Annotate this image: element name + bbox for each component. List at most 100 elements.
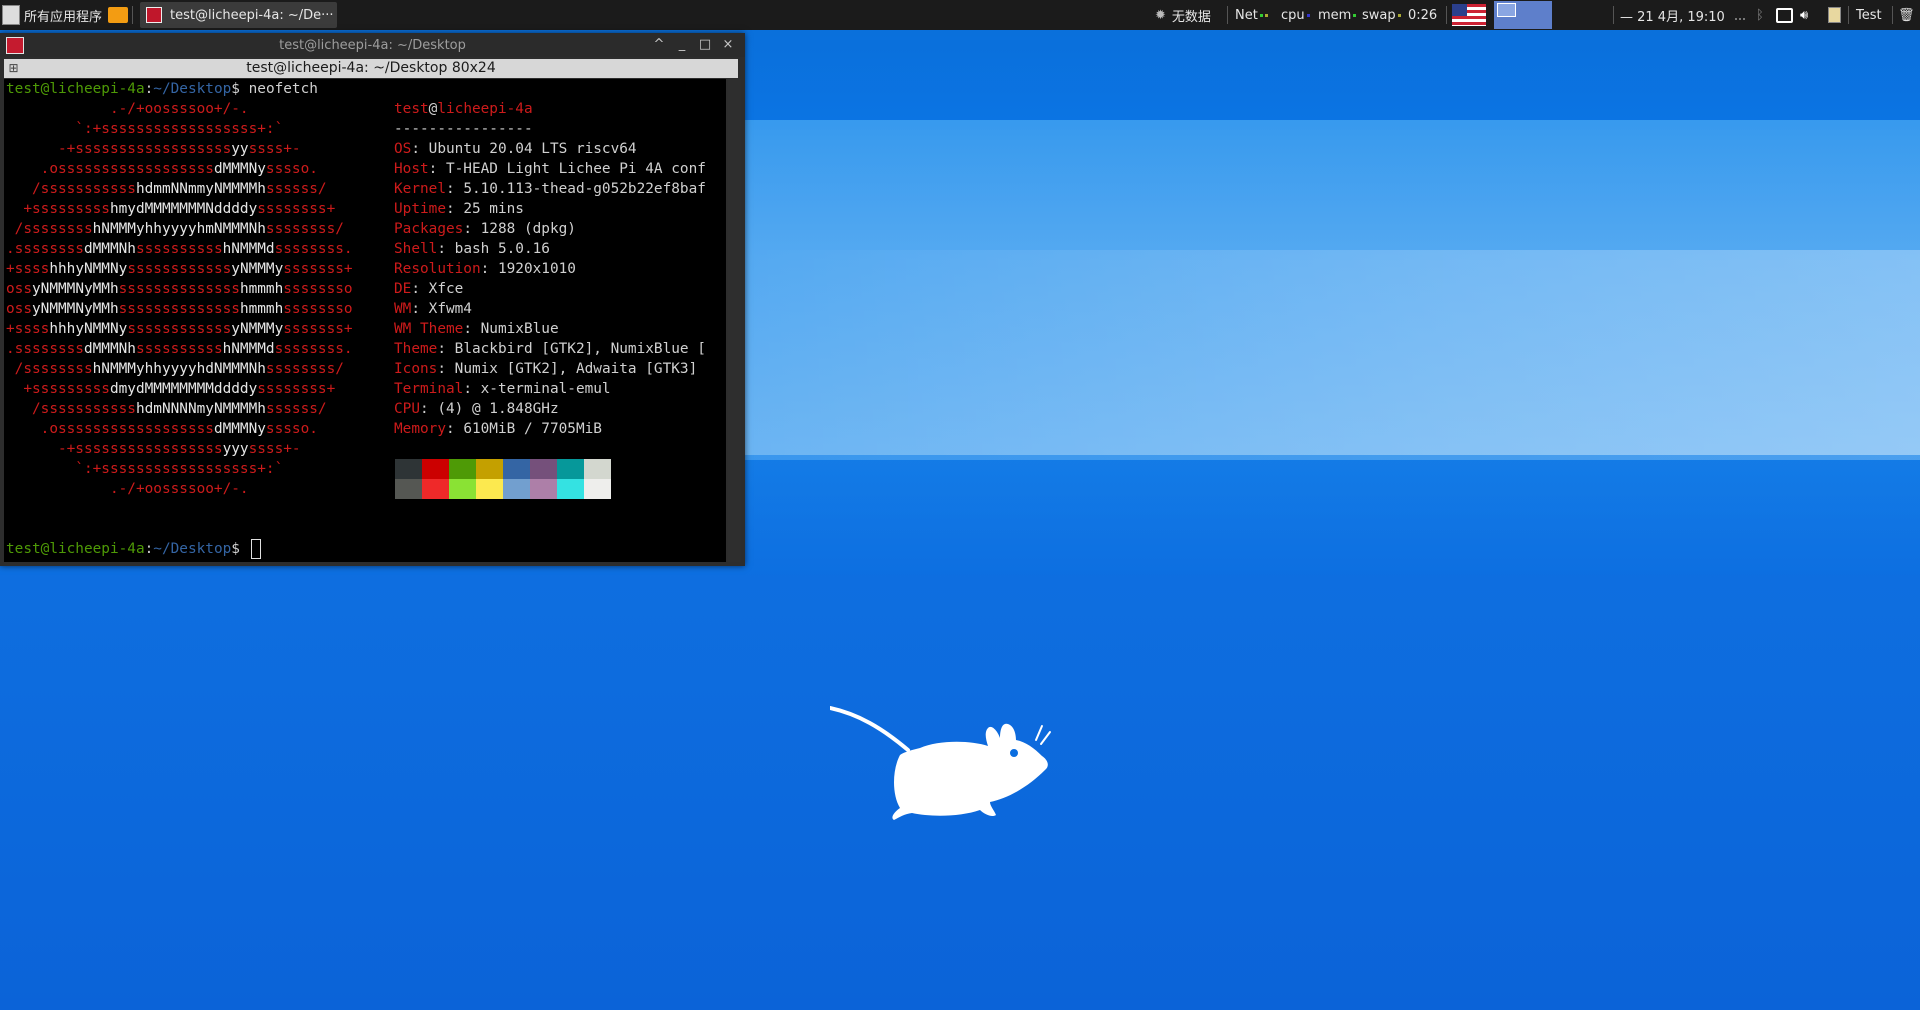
info-value: Blackbird [GTK2], NumixBlue [ (454, 341, 706, 357)
swap-monitor[interactable]: swap (1362, 0, 1401, 30)
palette-swatch (422, 479, 449, 499)
palette-swatch (503, 459, 530, 479)
info-row: CPU: (4) @ 1.848GHz (394, 401, 559, 417)
workspace-1[interactable] (1494, 1, 1552, 29)
prompt-user: test@licheepi-4a (6, 81, 145, 97)
palette-swatch (449, 479, 476, 499)
panel-separator (1892, 6, 1893, 24)
workspace-switcher[interactable] (1494, 0, 1552, 30)
terminal-titlebar[interactable]: test@licheepi-4a: ~/Desktop ^ _ □ × (0, 33, 745, 57)
applications-menu-button[interactable]: 所有应用程序 (2, 0, 102, 30)
info-row: Packages: 1288 (dpkg) (394, 221, 576, 237)
palette-swatch (422, 459, 449, 479)
info-row: Host: T-HEAD Light Lichee Pi 4A conf (394, 161, 706, 177)
trash-icon[interactable]: 🗑︎ (1898, 0, 1915, 30)
info-key: Shell (394, 241, 438, 257)
info-value: 1288 (dpkg) (480, 221, 576, 237)
user-menu-label[interactable]: Test (1856, 0, 1882, 30)
info-row: Theme: Blackbird [GTK2], NumixBlue [ (394, 341, 706, 357)
terminal-screen[interactable]: test@licheepi-4a:~/Desktop$ neofetch .-/… (4, 79, 726, 562)
terminal-scrollbar[interactable] (728, 79, 741, 562)
terminal-window[interactable]: test@licheepi-4a: ~/Desktop ^ _ □ × ⊞ te… (0, 33, 745, 566)
logo-line: `:+ssssssssssssssssss+:` (6, 461, 284, 477)
logo-line: .ossssssssssssssssssdMMMNysssso. (6, 421, 318, 437)
top-panel: 所有应用程序 test@licheepi-4a: ~/De··· ✹ 无数据 N… (0, 0, 1920, 30)
info-key: Packages (394, 221, 464, 237)
palette-swatch (557, 479, 584, 499)
info-value: 610MiB / 7705MiB (463, 421, 602, 437)
logo-line: `:+ssssssssssssssssss+:` (6, 121, 284, 137)
mem-led-icon (1353, 13, 1357, 17)
info-value: 25 mins (463, 201, 524, 217)
weather-plugin[interactable]: ✹ 无数据 (1155, 0, 1211, 30)
keyboard-layout-button[interactable] (1452, 0, 1486, 30)
launcher-button[interactable] (108, 0, 128, 30)
prompt-line[interactable]: test@licheepi-4a:~/Desktop$ (6, 539, 261, 559)
palette-swatch (530, 459, 557, 479)
palette-swatch (476, 459, 503, 479)
cpu-led-icon (1306, 13, 1310, 17)
info-value: 1920x1010 (497, 261, 576, 277)
palette-swatch (584, 459, 611, 479)
palette-swatch (395, 459, 422, 479)
info-key: WM (394, 301, 412, 317)
info-row: Shell: bash 5.0.16 (394, 241, 550, 257)
minimize-button[interactable]: _ (674, 37, 690, 52)
bluetooth-icon[interactable]: ᛒ (1756, 0, 1764, 30)
palette-swatch (503, 479, 530, 499)
swap-led-icon (1397, 13, 1401, 17)
logo-line: -+ssssssssssssssssssyyssss+- (6, 141, 301, 157)
logo-line: /ssssssssssshdmmNNmmyNMMMMhssssss/ (6, 181, 327, 197)
logo-line: +sssshhhyNMMNyssssssssssssyNMMMysssssss+ (6, 261, 353, 277)
logo-line: .ssssssssdMMMNhsssssssssshNMMMdssssssss. (6, 341, 353, 357)
palette-swatch (557, 459, 584, 479)
logo-line: .ossssssssssssssssssdMMMNysssso. (6, 161, 318, 177)
swap-label: swap (1362, 7, 1396, 23)
prompt-symbol: $ (231, 81, 240, 97)
us-flag-icon (1452, 4, 1486, 26)
tray-network-icon[interactable] (1735, 0, 1745, 30)
info-key: OS (394, 141, 412, 157)
launcher-icon (108, 7, 128, 23)
applications-menu-icon (2, 5, 20, 25)
info-key: Icons (394, 361, 438, 377)
logo-line: +sssssssssdmydMMMMMMMMddddyssssssss+ (6, 381, 336, 397)
cpu-monitor[interactable]: cpu (1281, 0, 1310, 30)
clock[interactable]: — 21 4月, 19:10 (1620, 0, 1725, 30)
desktop-light-sheen (745, 250, 1920, 460)
taskbar-terminal-button[interactable]: test@licheepi-4a: ~/De··· (140, 2, 337, 28)
text-cursor (250, 539, 261, 559)
close-button[interactable]: × (720, 37, 736, 52)
info-title: test@licheepi-4a (394, 99, 533, 119)
net-monitor[interactable]: Net (1235, 0, 1268, 30)
info-row: OS: Ubuntu 20.04 LTS riscv64 (394, 141, 637, 157)
info-row: Terminal: x-terminal-emul (394, 381, 611, 397)
mem-monitor[interactable]: mem (1318, 0, 1357, 30)
applications-menu-label: 所有应用程序 (24, 9, 103, 25)
info-value: (4) @ 1.848GHz (437, 401, 559, 417)
logo-line: .ssssssssdMMMNhsssssssssshNMMMdssssssss. (6, 241, 353, 257)
palette-swatch (584, 479, 611, 499)
net-label: Net (1235, 7, 1258, 23)
taskbar-terminal-label: test@licheepi-4a: ~/De··· (170, 7, 334, 23)
display-icon[interactable] (1776, 0, 1793, 30)
panel-separator (1613, 6, 1614, 24)
net-led-icon (1264, 13, 1268, 17)
prompt-user: test@licheepi-4a (6, 541, 145, 557)
uptime-label: 0:26 (1408, 7, 1438, 23)
logo-line: ossyNMMMNyMMhsssssssssssssshmmmhssssssso (6, 301, 353, 317)
info-row: WM Theme: NumixBlue (394, 321, 559, 337)
info-separator: ---------------- (394, 121, 533, 137)
shade-button[interactable]: ^ (651, 37, 667, 52)
clipboard-icon[interactable] (1828, 0, 1841, 30)
logo-line: /sssssssshNMMMyhhyyyyhdNMMMNhssssssss/ (6, 361, 344, 377)
maximize-button[interactable]: □ (697, 37, 713, 52)
prompt-symbol: $ (231, 541, 240, 557)
weather-icon: ✹ (1155, 7, 1166, 23)
volume-icon[interactable]: 🔊︎ (1800, 0, 1808, 30)
info-row: Memory: 610MiB / 7705MiB (394, 421, 602, 437)
info-key: Resolution (394, 261, 481, 277)
info-key: Memory (394, 421, 446, 437)
info-row: WM: Xfwm4 (394, 301, 472, 317)
palette-swatch (449, 459, 476, 479)
